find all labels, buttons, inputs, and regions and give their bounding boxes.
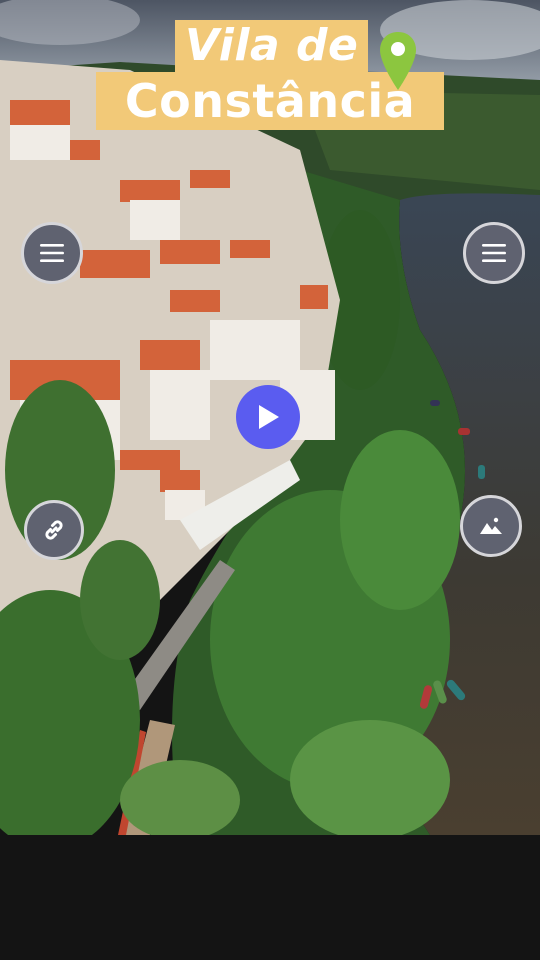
title-block: Vila de Constância <box>0 0 540 140</box>
menu-button-right[interactable] <box>463 222 525 284</box>
bottom-bar <box>0 835 540 960</box>
hamburger-menu-icon <box>40 244 64 262</box>
play-icon <box>259 405 279 429</box>
hamburger-menu-icon <box>482 244 506 262</box>
image-icon <box>480 517 502 534</box>
title-line1-box: Vila de <box>175 20 369 72</box>
play-button[interactable] <box>236 385 300 449</box>
title-line1: Vila de <box>185 20 359 71</box>
link-button[interactable] <box>24 500 84 560</box>
link-icon <box>45 520 63 540</box>
title-line2: Constância <box>124 74 416 128</box>
menu-button-left[interactable] <box>21 222 83 284</box>
image-button[interactable] <box>460 495 522 557</box>
location-pin-icon <box>380 32 416 90</box>
